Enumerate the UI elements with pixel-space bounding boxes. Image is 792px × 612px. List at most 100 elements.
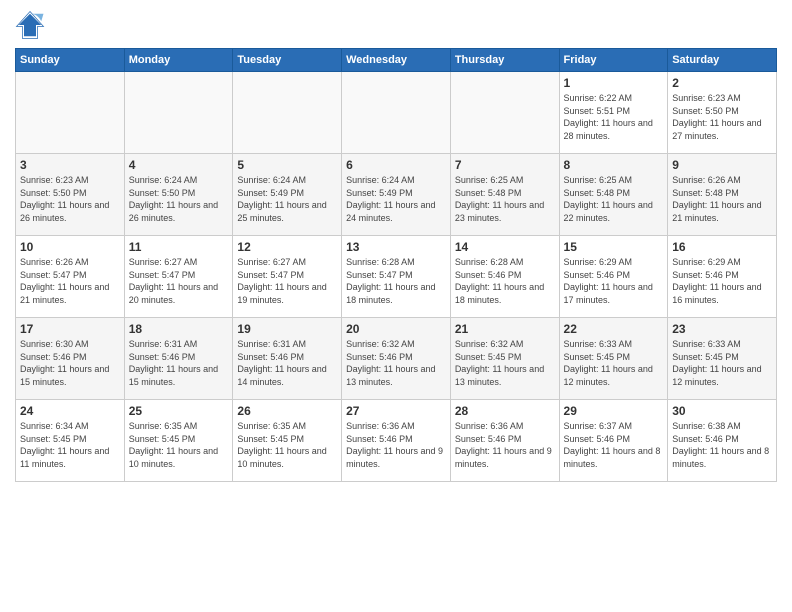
calendar-day-cell: 20 Sunrise: 6:32 AM Sunset: 5:46 PM Dayli… xyxy=(342,318,451,400)
day-info: Sunrise: 6:25 AM Sunset: 5:48 PM Dayligh… xyxy=(455,174,555,224)
day-info: Sunrise: 6:24 AM Sunset: 5:49 PM Dayligh… xyxy=(237,174,337,224)
calendar-day-cell: 11 Sunrise: 6:27 AM Sunset: 5:47 PM Dayli… xyxy=(124,236,233,318)
calendar-day-cell: 19Sunrise: 6:31 AM Sunset: 5:46 PM Dayli… xyxy=(233,318,342,400)
day-number: 27 xyxy=(346,404,446,418)
day-number: 14 xyxy=(455,240,555,254)
day-number: 26 xyxy=(237,404,337,418)
day-number: 7 xyxy=(455,158,555,172)
calendar-day-cell xyxy=(342,72,451,154)
calendar-day-cell: 22Sunrise: 6:33 AM Sunset: 5:45 PM Dayli… xyxy=(559,318,668,400)
calendar-day-cell: 25 Sunrise: 6:35 AM Sunset: 5:45 PM Dayli… xyxy=(124,400,233,482)
day-info: Sunrise: 6:32 AM Sunset: 5:46 PM Dayligh… xyxy=(346,338,446,388)
calendar-week-row: 1 Sunrise: 6:22 AM Sunset: 5:51 PM Daylig… xyxy=(16,72,777,154)
day-number: 18 xyxy=(129,322,229,336)
day-number: 8 xyxy=(564,158,664,172)
calendar-day-cell xyxy=(450,72,559,154)
day-info: Sunrise: 6:33 AM Sunset: 5:45 PM Dayligh… xyxy=(672,338,772,388)
day-info: Sunrise: 6:29 AM Sunset: 5:46 PM Dayligh… xyxy=(672,256,772,306)
calendar-day-cell: 13 Sunrise: 6:28 AM Sunset: 5:47 PM Dayli… xyxy=(342,236,451,318)
day-number: 9 xyxy=(672,158,772,172)
calendar-week-row: 3 Sunrise: 6:23 AM Sunset: 5:50 PM Daylig… xyxy=(16,154,777,236)
weekday-header: Monday xyxy=(124,49,233,72)
day-info: Sunrise: 6:24 AM Sunset: 5:50 PM Dayligh… xyxy=(129,174,229,224)
day-info: Sunrise: 6:34 AM Sunset: 5:45 PM Dayligh… xyxy=(20,420,120,470)
weekday-header: Thursday xyxy=(450,49,559,72)
calendar-day-cell: 30 Sunrise: 6:38 AM Sunset: 5:46 PM Dayli… xyxy=(668,400,777,482)
day-number: 19 xyxy=(237,322,337,336)
day-number: 11 xyxy=(129,240,229,254)
day-info: Sunrise: 6:22 AM Sunset: 5:51 PM Dayligh… xyxy=(564,92,664,142)
day-number: 2 xyxy=(672,76,772,90)
calendar-day-cell: 3 Sunrise: 6:23 AM Sunset: 5:50 PM Daylig… xyxy=(16,154,125,236)
day-number: 24 xyxy=(20,404,120,418)
calendar-week-row: 24 Sunrise: 6:34 AM Sunset: 5:45 PM Dayli… xyxy=(16,400,777,482)
day-info: Sunrise: 6:29 AM Sunset: 5:46 PM Dayligh… xyxy=(564,256,664,306)
calendar-day-cell: 1 Sunrise: 6:22 AM Sunset: 5:51 PM Daylig… xyxy=(559,72,668,154)
page-container: SundayMondayTuesdayWednesdayThursdayFrid… xyxy=(0,0,792,487)
day-number: 16 xyxy=(672,240,772,254)
day-info: Sunrise: 6:32 AM Sunset: 5:45 PM Dayligh… xyxy=(455,338,555,388)
day-number: 15 xyxy=(564,240,664,254)
day-info: Sunrise: 6:36 AM Sunset: 5:46 PM Dayligh… xyxy=(346,420,446,470)
day-number: 21 xyxy=(455,322,555,336)
calendar-day-cell: 23 Sunrise: 6:33 AM Sunset: 5:45 PM Dayli… xyxy=(668,318,777,400)
calendar-day-cell: 10Sunrise: 6:26 AM Sunset: 5:47 PM Dayli… xyxy=(16,236,125,318)
calendar-body: 1 Sunrise: 6:22 AM Sunset: 5:51 PM Daylig… xyxy=(16,72,777,482)
weekday-header: Sunday xyxy=(16,49,125,72)
day-number: 25 xyxy=(129,404,229,418)
calendar-day-cell: 5 Sunrise: 6:24 AM Sunset: 5:49 PM Daylig… xyxy=(233,154,342,236)
calendar-day-cell: 12Sunrise: 6:27 AM Sunset: 5:47 PM Dayli… xyxy=(233,236,342,318)
calendar-day-cell: 9 Sunrise: 6:26 AM Sunset: 5:48 PM Daylig… xyxy=(668,154,777,236)
calendar-day-cell: 15 Sunrise: 6:29 AM Sunset: 5:46 PM Dayli… xyxy=(559,236,668,318)
day-info: Sunrise: 6:35 AM Sunset: 5:45 PM Dayligh… xyxy=(129,420,229,470)
day-info: Sunrise: 6:26 AM Sunset: 5:48 PM Dayligh… xyxy=(672,174,772,224)
day-info: Sunrise: 6:25 AM Sunset: 5:48 PM Dayligh… xyxy=(564,174,664,224)
day-number: 29 xyxy=(564,404,664,418)
weekday-header: Saturday xyxy=(668,49,777,72)
calendar-table: SundayMondayTuesdayWednesdayThursdayFrid… xyxy=(15,48,777,482)
day-info: Sunrise: 6:37 AM Sunset: 5:46 PM Dayligh… xyxy=(564,420,664,470)
calendar-day-cell xyxy=(233,72,342,154)
day-number: 23 xyxy=(672,322,772,336)
day-number: 30 xyxy=(672,404,772,418)
day-info: Sunrise: 6:24 AM Sunset: 5:49 PM Dayligh… xyxy=(346,174,446,224)
calendar-day-cell: 7 Sunrise: 6:25 AM Sunset: 5:48 PM Daylig… xyxy=(450,154,559,236)
calendar-day-cell: 27 Sunrise: 6:36 AM Sunset: 5:46 PM Dayli… xyxy=(342,400,451,482)
day-info: Sunrise: 6:28 AM Sunset: 5:46 PM Dayligh… xyxy=(455,256,555,306)
day-number: 1 xyxy=(564,76,664,90)
calendar-day-cell xyxy=(16,72,125,154)
calendar-header: SundayMondayTuesdayWednesdayThursdayFrid… xyxy=(16,49,777,72)
calendar-day-cell: 24 Sunrise: 6:34 AM Sunset: 5:45 PM Dayli… xyxy=(16,400,125,482)
day-number: 13 xyxy=(346,240,446,254)
calendar-day-cell: 28 Sunrise: 6:36 AM Sunset: 5:46 PM Dayli… xyxy=(450,400,559,482)
day-info: Sunrise: 6:27 AM Sunset: 5:47 PM Dayligh… xyxy=(129,256,229,306)
day-number: 12 xyxy=(237,240,337,254)
day-number: 20 xyxy=(346,322,446,336)
calendar-day-cell: 18Sunrise: 6:31 AM Sunset: 5:46 PM Dayli… xyxy=(124,318,233,400)
day-number: 17 xyxy=(20,322,120,336)
calendar-day-cell xyxy=(124,72,233,154)
day-info: Sunrise: 6:23 AM Sunset: 5:50 PM Dayligh… xyxy=(672,92,772,142)
header-row: SundayMondayTuesdayWednesdayThursdayFrid… xyxy=(16,49,777,72)
calendar-day-cell: 6 Sunrise: 6:24 AM Sunset: 5:49 PM Daylig… xyxy=(342,154,451,236)
calendar-week-row: 10Sunrise: 6:26 AM Sunset: 5:47 PM Dayli… xyxy=(16,236,777,318)
day-info: Sunrise: 6:26 AM Sunset: 5:47 PM Dayligh… xyxy=(20,256,120,306)
calendar-day-cell: 4Sunrise: 6:24 AM Sunset: 5:50 PM Daylig… xyxy=(124,154,233,236)
weekday-header: Wednesday xyxy=(342,49,451,72)
logo xyxy=(15,10,49,40)
day-info: Sunrise: 6:38 AM Sunset: 5:46 PM Dayligh… xyxy=(672,420,772,470)
day-info: Sunrise: 6:36 AM Sunset: 5:46 PM Dayligh… xyxy=(455,420,555,470)
calendar-day-cell: 8 Sunrise: 6:25 AM Sunset: 5:48 PM Daylig… xyxy=(559,154,668,236)
day-number: 28 xyxy=(455,404,555,418)
day-number: 6 xyxy=(346,158,446,172)
day-info: Sunrise: 6:35 AM Sunset: 5:45 PM Dayligh… xyxy=(237,420,337,470)
day-info: Sunrise: 6:23 AM Sunset: 5:50 PM Dayligh… xyxy=(20,174,120,224)
logo-icon xyxy=(15,10,45,40)
day-info: Sunrise: 6:28 AM Sunset: 5:47 PM Dayligh… xyxy=(346,256,446,306)
calendar-week-row: 17Sunrise: 6:30 AM Sunset: 5:46 PM Dayli… xyxy=(16,318,777,400)
calendar-day-cell: 17Sunrise: 6:30 AM Sunset: 5:46 PM Dayli… xyxy=(16,318,125,400)
day-number: 3 xyxy=(20,158,120,172)
header xyxy=(15,10,777,40)
day-number: 22 xyxy=(564,322,664,336)
day-number: 5 xyxy=(237,158,337,172)
